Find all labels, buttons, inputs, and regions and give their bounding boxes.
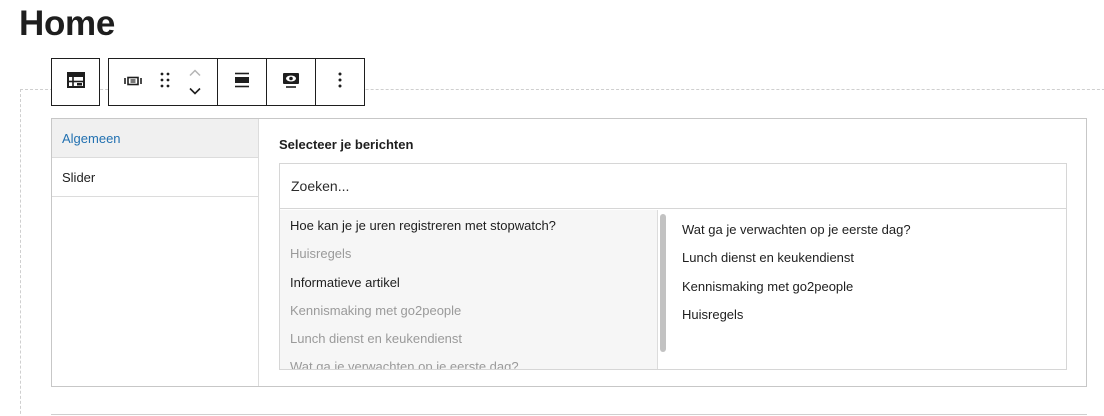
options-group xyxy=(315,58,365,106)
next-block-divider xyxy=(51,414,1087,415)
chevron-down-icon xyxy=(189,82,201,100)
preview-button[interactable] xyxy=(267,59,315,105)
search-input[interactable] xyxy=(280,164,1066,209)
block-toolbar xyxy=(51,58,365,106)
available-posts-list: Hoe kan je je uren registreren met stopw… xyxy=(280,210,658,369)
preview-group xyxy=(266,58,316,106)
posts-picker: Hoe kan je je uren registreren met stopw… xyxy=(279,163,1067,370)
tab-slider[interactable]: Slider xyxy=(52,158,258,197)
selected-post-item[interactable]: Huisregels xyxy=(682,307,743,322)
more-options-button[interactable] xyxy=(316,59,364,105)
posts-select-label: Selecteer je berichten xyxy=(279,137,414,152)
move-down-button[interactable] xyxy=(180,82,210,100)
move-buttons xyxy=(177,59,213,105)
table-icon xyxy=(66,71,85,93)
chevron-up-icon xyxy=(189,64,201,82)
available-post-item[interactable]: Informatieve artikel xyxy=(290,275,400,290)
move-up-button[interactable] xyxy=(180,64,210,82)
block-type-group xyxy=(51,58,100,106)
available-post-item: Huisregels xyxy=(290,246,352,261)
available-post-item: Kennismaking met go2people xyxy=(290,303,462,318)
carousel-icon xyxy=(124,73,142,91)
selected-posts-list: Wat ga je verwachten op je eerste dag? L… xyxy=(672,210,1066,369)
carousel-button[interactable] xyxy=(113,59,153,105)
block-move-group xyxy=(108,58,218,106)
available-list-scrollbar[interactable] xyxy=(660,214,668,366)
available-post-item: Lunch dienst en keukendienst xyxy=(290,331,463,346)
available-post-item: Wat ga je verwachten op je eerste dag? xyxy=(290,359,519,369)
selected-post-item[interactable]: Lunch dienst en keukendienst xyxy=(682,250,854,265)
page-title: Home xyxy=(19,4,116,43)
available-post-item[interactable]: Hoe kan je je uren registreren met stopw… xyxy=(290,218,556,233)
block-type-button[interactable] xyxy=(52,59,99,105)
more-options-icon xyxy=(338,72,342,93)
selected-post-item[interactable]: Kennismaking met go2people xyxy=(682,279,853,294)
settings-tabs: Algemeen Slider xyxy=(52,119,259,386)
scrollbar-thumb[interactable] xyxy=(660,214,666,352)
slider-block: Algemeen Slider Selecteer je berichten H… xyxy=(51,118,1087,387)
align-icon xyxy=(234,72,250,93)
tab-algemeen[interactable]: Algemeen xyxy=(52,119,258,158)
preview-eye-icon xyxy=(282,72,300,93)
align-group xyxy=(217,58,267,106)
drag-handle-icon xyxy=(160,72,170,93)
align-button[interactable] xyxy=(218,59,266,105)
drag-handle[interactable] xyxy=(153,59,177,105)
selected-post-item[interactable]: Wat ga je verwachten op je eerste dag? xyxy=(682,222,911,237)
